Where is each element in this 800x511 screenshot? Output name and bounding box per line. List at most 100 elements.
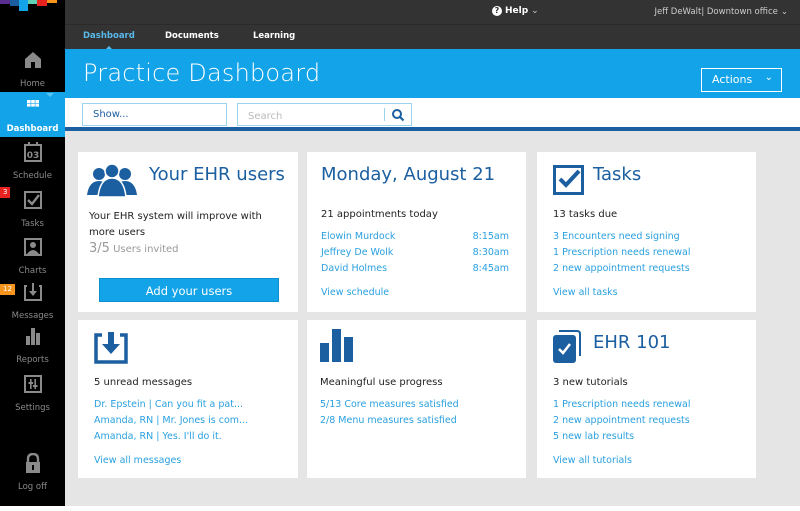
search-box <box>237 103 412 127</box>
filter-bar: Show... <box>65 98 800 131</box>
tab-learning[interactable]: Learning <box>253 31 295 41</box>
svg-text:03: 03 <box>26 151 39 161</box>
card-messages: 5 unread messages Dr. Epstein | Can you … <box>78 320 298 478</box>
card-title: Monday, August 21 <box>321 164 496 185</box>
actions-button[interactable]: Actions ⌄ <box>701 68 782 92</box>
tasks-badge: 3 <box>0 187 11 198</box>
sidebar-item-label: Tasks <box>21 219 44 229</box>
bar-chart-icon <box>320 329 353 362</box>
lock-icon <box>25 453 40 473</box>
sidebar-item-label: Log off <box>18 482 47 492</box>
sidebar-item-home[interactable]: Home <box>0 46 65 92</box>
sidebar-item-label: Messages <box>11 311 54 321</box>
help-menu[interactable]: ? Help ⌄ <box>492 6 539 16</box>
appointment-time: 8:45am <box>472 263 509 274</box>
appointment-list: Elowin Murdock 8:15am Jeffrey De Wolk 8:30… <box>321 229 509 301</box>
tasks-list: 3 Encounters need signing 1 Prescription… <box>553 229 690 301</box>
search-icon[interactable] <box>391 108 405 122</box>
card-schedule: Monday, August 21 21 appointments today … <box>307 152 526 312</box>
view-all-tasks-link[interactable]: View all tasks <box>553 285 690 301</box>
message-item[interactable]: Amanda, RN | Mr. Jones is com... <box>94 413 248 429</box>
question-circle-icon: ? <box>492 6 502 16</box>
task-item[interactable]: 3 Encounters need signing <box>553 229 690 245</box>
patient-name: Jeffrey De Wolk <box>321 247 394 258</box>
sidebar-item-label: Home <box>19 79 46 89</box>
tutorial-item[interactable]: 2 new appointment requests <box>553 413 690 429</box>
users-invited-label: Users invited <box>113 244 179 255</box>
sidebar-item-log-off[interactable]: Log off <box>0 449 65 495</box>
view-schedule-link[interactable]: View schedule <box>321 285 509 301</box>
appointment-row[interactable]: Elowin Murdock 8:15am <box>321 229 509 245</box>
tasks-due: 13 tasks due <box>553 209 618 220</box>
appointment-time: 8:30am <box>472 247 509 258</box>
sidebar-item-label: Schedule <box>12 171 53 181</box>
sidebar-item-charts[interactable]: Charts <box>0 233 65 279</box>
card-tasks: Tasks 13 tasks due 3 Encounters need sig… <box>537 152 756 312</box>
users-description: Your EHR system will improve with more u… <box>89 211 262 238</box>
message-item[interactable]: Dr. Epstein | Can you fit a pat... <box>94 397 248 413</box>
search-divider <box>384 108 385 121</box>
sidebar-item-dashboard[interactable]: Dashboard <box>0 92 65 137</box>
view-all-messages-link[interactable]: View all messages <box>94 453 248 469</box>
patient-name: Elowin Murdock <box>321 231 396 242</box>
show-dropdown[interactable]: Show... <box>82 103 227 126</box>
appointment-row[interactable]: Jeffrey De Wolk 8:30am <box>321 245 509 261</box>
app: Home Dashboard 03 Schedule 3 Tasks Chart… <box>0 0 800 506</box>
sidebar-item-settings[interactable]: Settings <box>0 370 65 416</box>
card-ehr-users: Your EHR users Your EHR system will impr… <box>78 152 298 312</box>
measure-item[interactable]: 2/8 Menu measures satisfied <box>320 413 459 429</box>
user-menu[interactable]: Jeff DeWalt| Downtown office ⌄ <box>654 7 788 17</box>
help-label: Help <box>505 6 529 16</box>
tab-bar: Dashboard Documents Learning <box>65 25 800 50</box>
add-users-button[interactable]: Add your users <box>99 278 279 302</box>
message-item[interactable]: Amanda, RN | Yes. I'll do it. <box>94 429 248 445</box>
search-input[interactable] <box>238 106 383 127</box>
task-item[interactable]: 2 new appointment requests <box>553 261 690 277</box>
sidebar-item-label: Settings <box>15 403 50 413</box>
appointment-row[interactable]: David Holmes 8:45am <box>321 261 509 277</box>
grid-icon <box>26 100 39 107</box>
card-title: Tasks <box>593 164 642 185</box>
bar-chart-icon <box>25 328 40 345</box>
unread-messages: 5 unread messages <box>94 377 193 388</box>
card-meaningful-use: Meaningful use progress 5/13 Core measur… <box>307 320 526 478</box>
sidebar: Home Dashboard 03 Schedule 3 Tasks Chart… <box>0 0 65 506</box>
view-all-tutorials-link[interactable]: View all tutorials <box>553 453 690 469</box>
measures-list: 5/13 Core measures satisfied 2/8 Menu me… <box>320 397 459 429</box>
tutorials-list: 1 Prescription needs renewal 2 new appoi… <box>553 397 690 469</box>
checkbox-icon <box>23 191 42 209</box>
checkbox-icon <box>553 165 584 195</box>
appointments-count: 21 appointments today <box>321 209 438 220</box>
appointment-time: 8:15am <box>472 231 509 242</box>
measure-item[interactable]: 5/13 Core measures satisfied <box>320 397 459 413</box>
task-item[interactable]: 1 Prescription needs renewal <box>553 245 690 261</box>
tab-dashboard[interactable]: Dashboard <box>83 31 135 50</box>
inbox-download-icon <box>94 332 128 364</box>
tutorial-item[interactable]: 1 Prescription needs renewal <box>553 397 690 413</box>
messages-list: Dr. Epstein | Can you fit a pat... Amand… <box>94 397 248 469</box>
patient-name: David Holmes <box>321 263 388 274</box>
chevron-down-icon: ⌄ <box>764 72 773 83</box>
sidebar-item-messages[interactable]: 12 Messages <box>0 278 65 324</box>
sidebar-item-label: Dashboard <box>6 124 59 134</box>
new-tutorials: 3 new tutorials <box>553 377 628 388</box>
tutorial-book-icon <box>553 330 581 363</box>
sliders-icon <box>23 375 42 393</box>
card-title: Your EHR users <box>149 164 285 185</box>
users-group-icon <box>87 163 137 197</box>
page-header: Practice Dashboard Actions ⌄ <box>65 49 800 98</box>
logo <box>0 0 65 12</box>
sidebar-item-reports[interactable]: Reports <box>0 322 65 368</box>
tutorial-item[interactable]: 5 new lab results <box>553 429 690 445</box>
active-indicator-icon <box>46 93 54 97</box>
page-title: Practice Dashboard <box>83 59 321 87</box>
sidebar-item-label: Charts <box>18 266 47 276</box>
top-bar: ? Help ⌄ Jeff DeWalt| Downtown office ⌄ <box>65 0 800 25</box>
inbox-icon <box>23 283 42 301</box>
tab-documents[interactable]: Documents <box>165 31 219 41</box>
sidebar-item-label: Reports <box>16 355 49 365</box>
actions-label: Actions <box>712 73 753 86</box>
messages-badge: 12 <box>0 284 15 295</box>
sidebar-item-tasks[interactable]: 3 Tasks <box>0 186 65 232</box>
sidebar-item-schedule[interactable]: 03 Schedule <box>0 138 65 184</box>
